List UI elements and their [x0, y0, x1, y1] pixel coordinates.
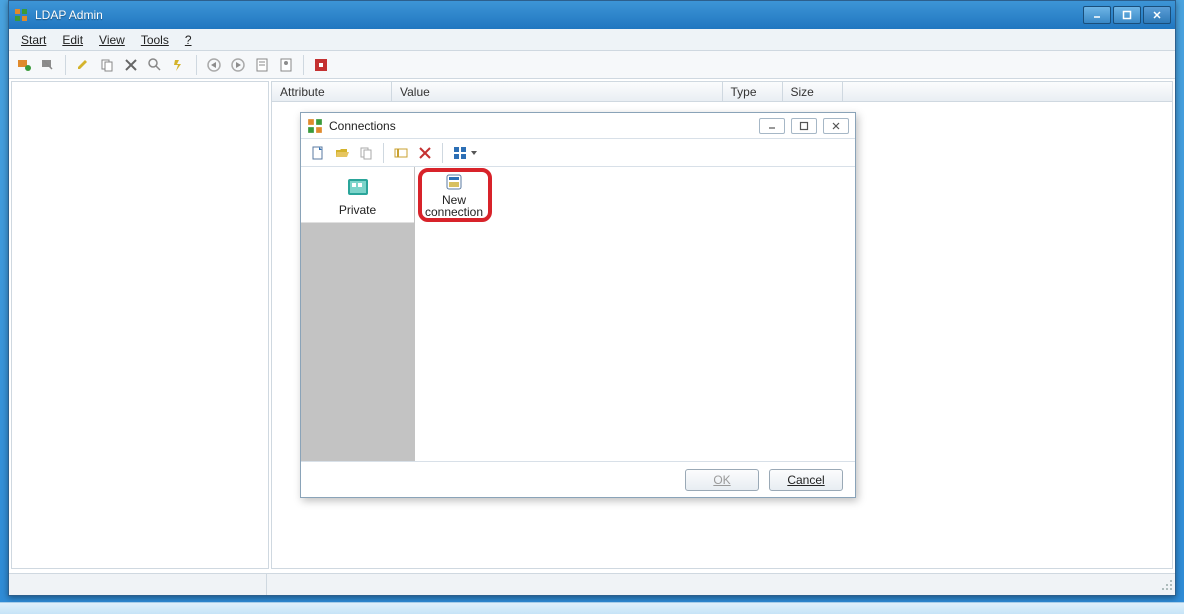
menu-start-label: Start — [21, 33, 46, 47]
menu-help[interactable]: ? — [177, 31, 200, 49]
dialog-close-button[interactable] — [823, 118, 849, 134]
tb-disconnect-icon[interactable] — [37, 54, 59, 76]
close-button[interactable] — [1143, 6, 1171, 24]
col-value[interactable]: Value — [392, 82, 723, 101]
tb-forward-icon[interactable] — [227, 54, 249, 76]
tb-schema-icon[interactable] — [275, 54, 297, 76]
toolbar-separator — [65, 55, 66, 75]
menu-tools[interactable]: Tools — [133, 31, 177, 49]
taskbar[interactable] — [0, 602, 1184, 614]
toolbar-separator — [442, 143, 443, 163]
col-attribute[interactable]: Attribute — [272, 82, 392, 101]
tree-pane[interactable] — [11, 81, 269, 569]
statusbar — [9, 573, 1175, 595]
dlg-tb-delete-icon[interactable] — [414, 142, 436, 164]
col-filler — [843, 82, 1173, 101]
dlg-tb-new-icon[interactable] — [307, 142, 329, 164]
menu-view-label: View — [99, 33, 125, 47]
dialog-window-buttons — [759, 118, 849, 134]
main-toolbar — [9, 51, 1175, 79]
menu-edit-label: Edit — [62, 33, 83, 47]
tb-edit-icon[interactable] — [72, 54, 94, 76]
dialog-title: Connections — [329, 119, 759, 133]
sidebar-item-private[interactable]: Private — [301, 167, 414, 223]
tb-copy-icon[interactable] — [96, 54, 118, 76]
maximize-button[interactable] — [1113, 6, 1141, 24]
toolbar-separator — [196, 55, 197, 75]
list-item-label: New connection — [425, 194, 483, 218]
dialog-minimize-button[interactable] — [759, 118, 785, 134]
minimize-button[interactable] — [1083, 6, 1111, 24]
new-connection-icon — [444, 172, 464, 192]
cancel-button-label: Cancel — [787, 473, 824, 487]
tb-properties-icon[interactable] — [251, 54, 273, 76]
col-size[interactable]: Size — [783, 82, 843, 101]
toolbar-separator — [303, 55, 304, 75]
window-title: LDAP Admin — [35, 8, 1083, 22]
connections-dialog: Connections Private — [300, 112, 856, 498]
menu-view[interactable]: View — [91, 31, 133, 49]
tb-connect-icon[interactable] — [13, 54, 35, 76]
dialog-list[interactable]: New connection — [415, 167, 855, 461]
dialog-button-bar: OK Cancel — [301, 461, 855, 497]
tb-refresh-icon[interactable] — [168, 54, 190, 76]
resize-grip-icon[interactable] — [1159, 577, 1175, 593]
dlg-tb-open-icon[interactable] — [331, 142, 353, 164]
dialog-maximize-button[interactable] — [791, 118, 817, 134]
titlebar: LDAP Admin — [9, 1, 1175, 29]
menubar: Start Edit View Tools ? — [9, 29, 1175, 51]
tb-back-icon[interactable] — [203, 54, 225, 76]
dialog-app-icon — [307, 118, 323, 134]
menu-edit[interactable]: Edit — [54, 31, 91, 49]
dialog-sidebar: Private — [301, 167, 415, 461]
list-item-new-connection[interactable]: New connection — [421, 171, 487, 219]
sidebar-item-label: Private — [339, 203, 376, 217]
tb-delete-icon[interactable] — [120, 54, 142, 76]
dlg-tb-view-dropdown[interactable] — [449, 142, 481, 164]
dlg-tb-rename-icon[interactable] — [390, 142, 412, 164]
tb-stop-icon[interactable] — [310, 54, 332, 76]
menu-tools-label: Tools — [141, 33, 169, 47]
column-headers: Attribute Value Type Size — [272, 82, 1172, 102]
toolbar-separator — [383, 143, 384, 163]
col-type[interactable]: Type — [723, 82, 783, 101]
dlg-tb-copy-icon[interactable] — [355, 142, 377, 164]
menu-help-label: ? — [185, 33, 192, 47]
dialog-titlebar: Connections — [301, 113, 855, 139]
window-buttons — [1083, 6, 1171, 24]
ok-button-label: OK — [713, 473, 730, 487]
cancel-button[interactable]: Cancel — [769, 469, 843, 491]
ok-button[interactable]: OK — [685, 469, 759, 491]
dialog-toolbar — [301, 139, 855, 167]
menu-start[interactable]: Start — [13, 31, 54, 49]
tb-search-icon[interactable] — [144, 54, 166, 76]
dialog-body: Private New connection — [301, 167, 855, 461]
app-icon — [13, 7, 29, 23]
